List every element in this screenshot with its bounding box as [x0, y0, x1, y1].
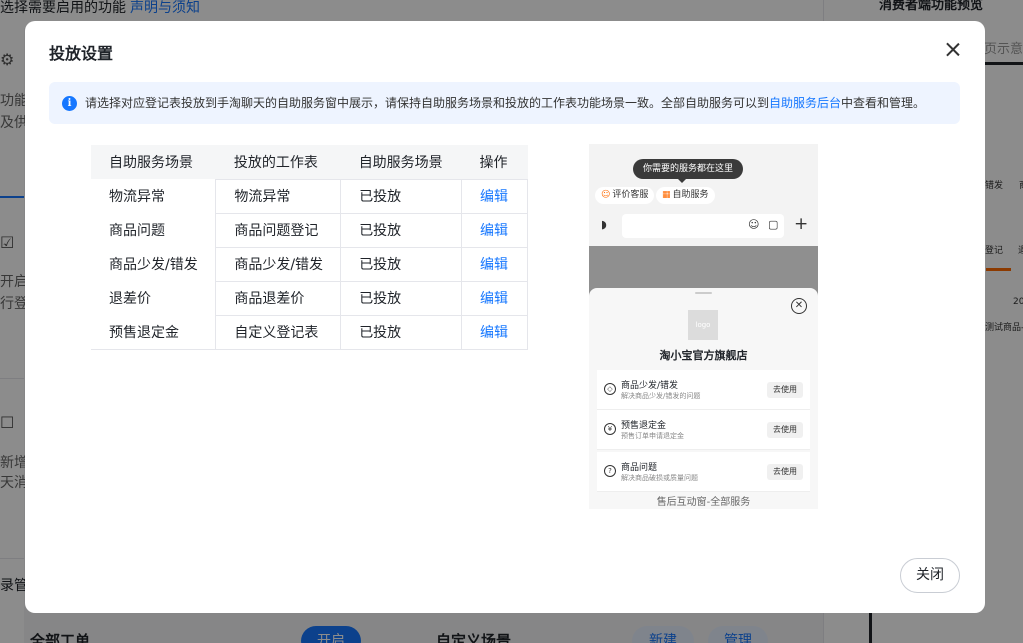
voice-icon: ◗: [601, 218, 607, 231]
grid-icon: ▦: [662, 190, 671, 200]
self-service-backend-link[interactable]: 自助服务后台: [769, 96, 841, 110]
bag-icon: ▢: [768, 218, 779, 231]
sheet-cell: 商品退差价: [215, 280, 342, 316]
sheet-cell: 商品问题登记: [215, 212, 342, 248]
close-icon[interactable]: [942, 39, 964, 61]
notice-text-before: 请选择对应登记表投放到手淘聊天的自助服务窗中展示，请保持自助服务场景和投放的工作…: [85, 96, 770, 110]
sheet-cell: 商品少发/错发: [215, 246, 342, 282]
status-cell: 已投放: [340, 178, 463, 214]
preview-tooltip: 你需要的服务都在这里: [633, 159, 744, 183]
info-notice: i 请选择对应登记表投放到手淘聊天的自助服务窗中展示，请保持自助服务场景和投放的…: [49, 82, 960, 124]
edit-link[interactable]: 编辑: [461, 178, 528, 214]
preview-sheet: ✕ logo 淘小宝官方旗舰店 ◇ 商品少发/错发 解决商品少发/错发的问题 去…: [589, 288, 818, 509]
status-cell: 已投放: [340, 314, 463, 350]
scene-cell: 预售退定金: [91, 315, 216, 350]
plus-icon: +: [794, 214, 809, 234]
service-item: ¥ 预售退定金 预售订单申请退定金 去使用: [597, 410, 810, 450]
preview-footer: 售后互动窗-全部服务: [656, 497, 751, 508]
column-header: 操作: [461, 145, 528, 179]
use-button: 去使用: [767, 464, 803, 480]
yen-icon: ¥: [604, 423, 616, 435]
chip-label: 评价客服: [612, 190, 649, 200]
shop-name: 淘小宝官方旗舰店: [659, 349, 748, 362]
rate-service-chip: ☺ 评价客服: [595, 187, 655, 204]
use-button: 去使用: [767, 382, 803, 398]
close-button[interactable]: 关闭: [900, 558, 960, 593]
preview-chat-top: 你需要的服务都在这里 ☺ 评价客服 ▦ 自助服务: [589, 144, 818, 206]
info-icon: i: [62, 96, 77, 111]
column-header: 投放的工作表: [215, 145, 341, 179]
table-header-row: 自助服务场景 投放的工作表 自助服务场景 操作: [91, 145, 528, 179]
status-cell: 已投放: [340, 280, 463, 316]
delivery-table: 自助服务场景 投放的工作表 自助服务场景 操作 物流异常 物流异常 已投放 编辑…: [91, 145, 528, 350]
edit-link[interactable]: 编辑: [461, 212, 528, 248]
shop-logo: logo: [688, 310, 718, 340]
service-title: 预售退定金: [621, 421, 667, 431]
table-row: 商品问题 商品问题登记 已投放 编辑: [91, 212, 528, 248]
preview-input-bar: ◗ ☺ ▢ +: [589, 206, 818, 246]
edit-link[interactable]: 编辑: [461, 280, 528, 316]
sheet-handle: [695, 292, 712, 294]
column-header: 自助服务场景: [91, 145, 216, 179]
status-cell: 已投放: [340, 212, 463, 248]
table-row: 商品少发/错发 商品少发/错发 已投放 编辑: [91, 246, 528, 282]
notice-text: 请选择对应登记表投放到手淘聊天的自助服务窗中展示，请保持自助服务场景和投放的工作…: [85, 82, 925, 124]
service-title: 商品少发/错发: [621, 381, 679, 391]
scene-cell: 商品问题: [109, 223, 165, 239]
service-desc: 解决商品破损或质量问题: [621, 474, 698, 482]
box-icon: ◇: [604, 383, 616, 395]
service-title: 商品问题: [621, 463, 658, 473]
sheet-cell: 自定义登记表: [215, 314, 342, 350]
chip-label: 自助服务: [672, 190, 709, 200]
service-item: ? 商品问题 解决商品破损或质量问题 去使用: [597, 452, 810, 492]
column-header: 自助服务场景: [340, 145, 462, 179]
question-icon: ?: [604, 465, 616, 477]
status-cell: 已投放: [340, 246, 463, 282]
table-row: 预售退定金 自定义登记表 已投放 编辑: [91, 314, 528, 350]
consumer-preview: 你需要的服务都在这里 ☺ 评价客服 ▦ 自助服务 ◗ ☺ ▢ + ✕ logo 淘小…: [589, 144, 818, 509]
service-item: ◇ 商品少发/错发 解决商品少发/错发的问题 去使用: [597, 370, 810, 410]
notice-text-after: 中查看和管理。: [841, 96, 926, 110]
service-desc: 解决商品少发/错发的问题: [621, 392, 701, 400]
close-icon: ✕: [791, 298, 807, 314]
smile-icon: ☺: [601, 190, 611, 200]
modal-title: 投放设置: [49, 44, 114, 63]
table-row: 物流异常 物流异常 已投放 编辑: [91, 178, 528, 214]
sheet-cell: 物流异常: [215, 178, 342, 214]
preview-input: ☺ ▢: [622, 214, 784, 238]
edit-link[interactable]: 编辑: [461, 246, 528, 282]
scene-cell: 物流异常: [109, 189, 165, 205]
self-service-chip: ▦ 自助服务: [656, 187, 715, 204]
service-desc: 预售订单申请退定金: [621, 432, 684, 440]
use-button: 去使用: [767, 422, 803, 438]
edit-link[interactable]: 编辑: [461, 314, 528, 350]
delivery-settings-modal: 投放设置 i 请选择对应登记表投放到手淘聊天的自助服务窗中展示，请保持自助服务场…: [25, 21, 985, 613]
table-row: 退差价 商品退差价 已投放 编辑: [91, 280, 528, 316]
emoji-icon: ☺: [748, 218, 760, 231]
scene-cell: 退差价: [109, 291, 151, 307]
scene-cell: 商品少发/错发: [109, 257, 198, 273]
